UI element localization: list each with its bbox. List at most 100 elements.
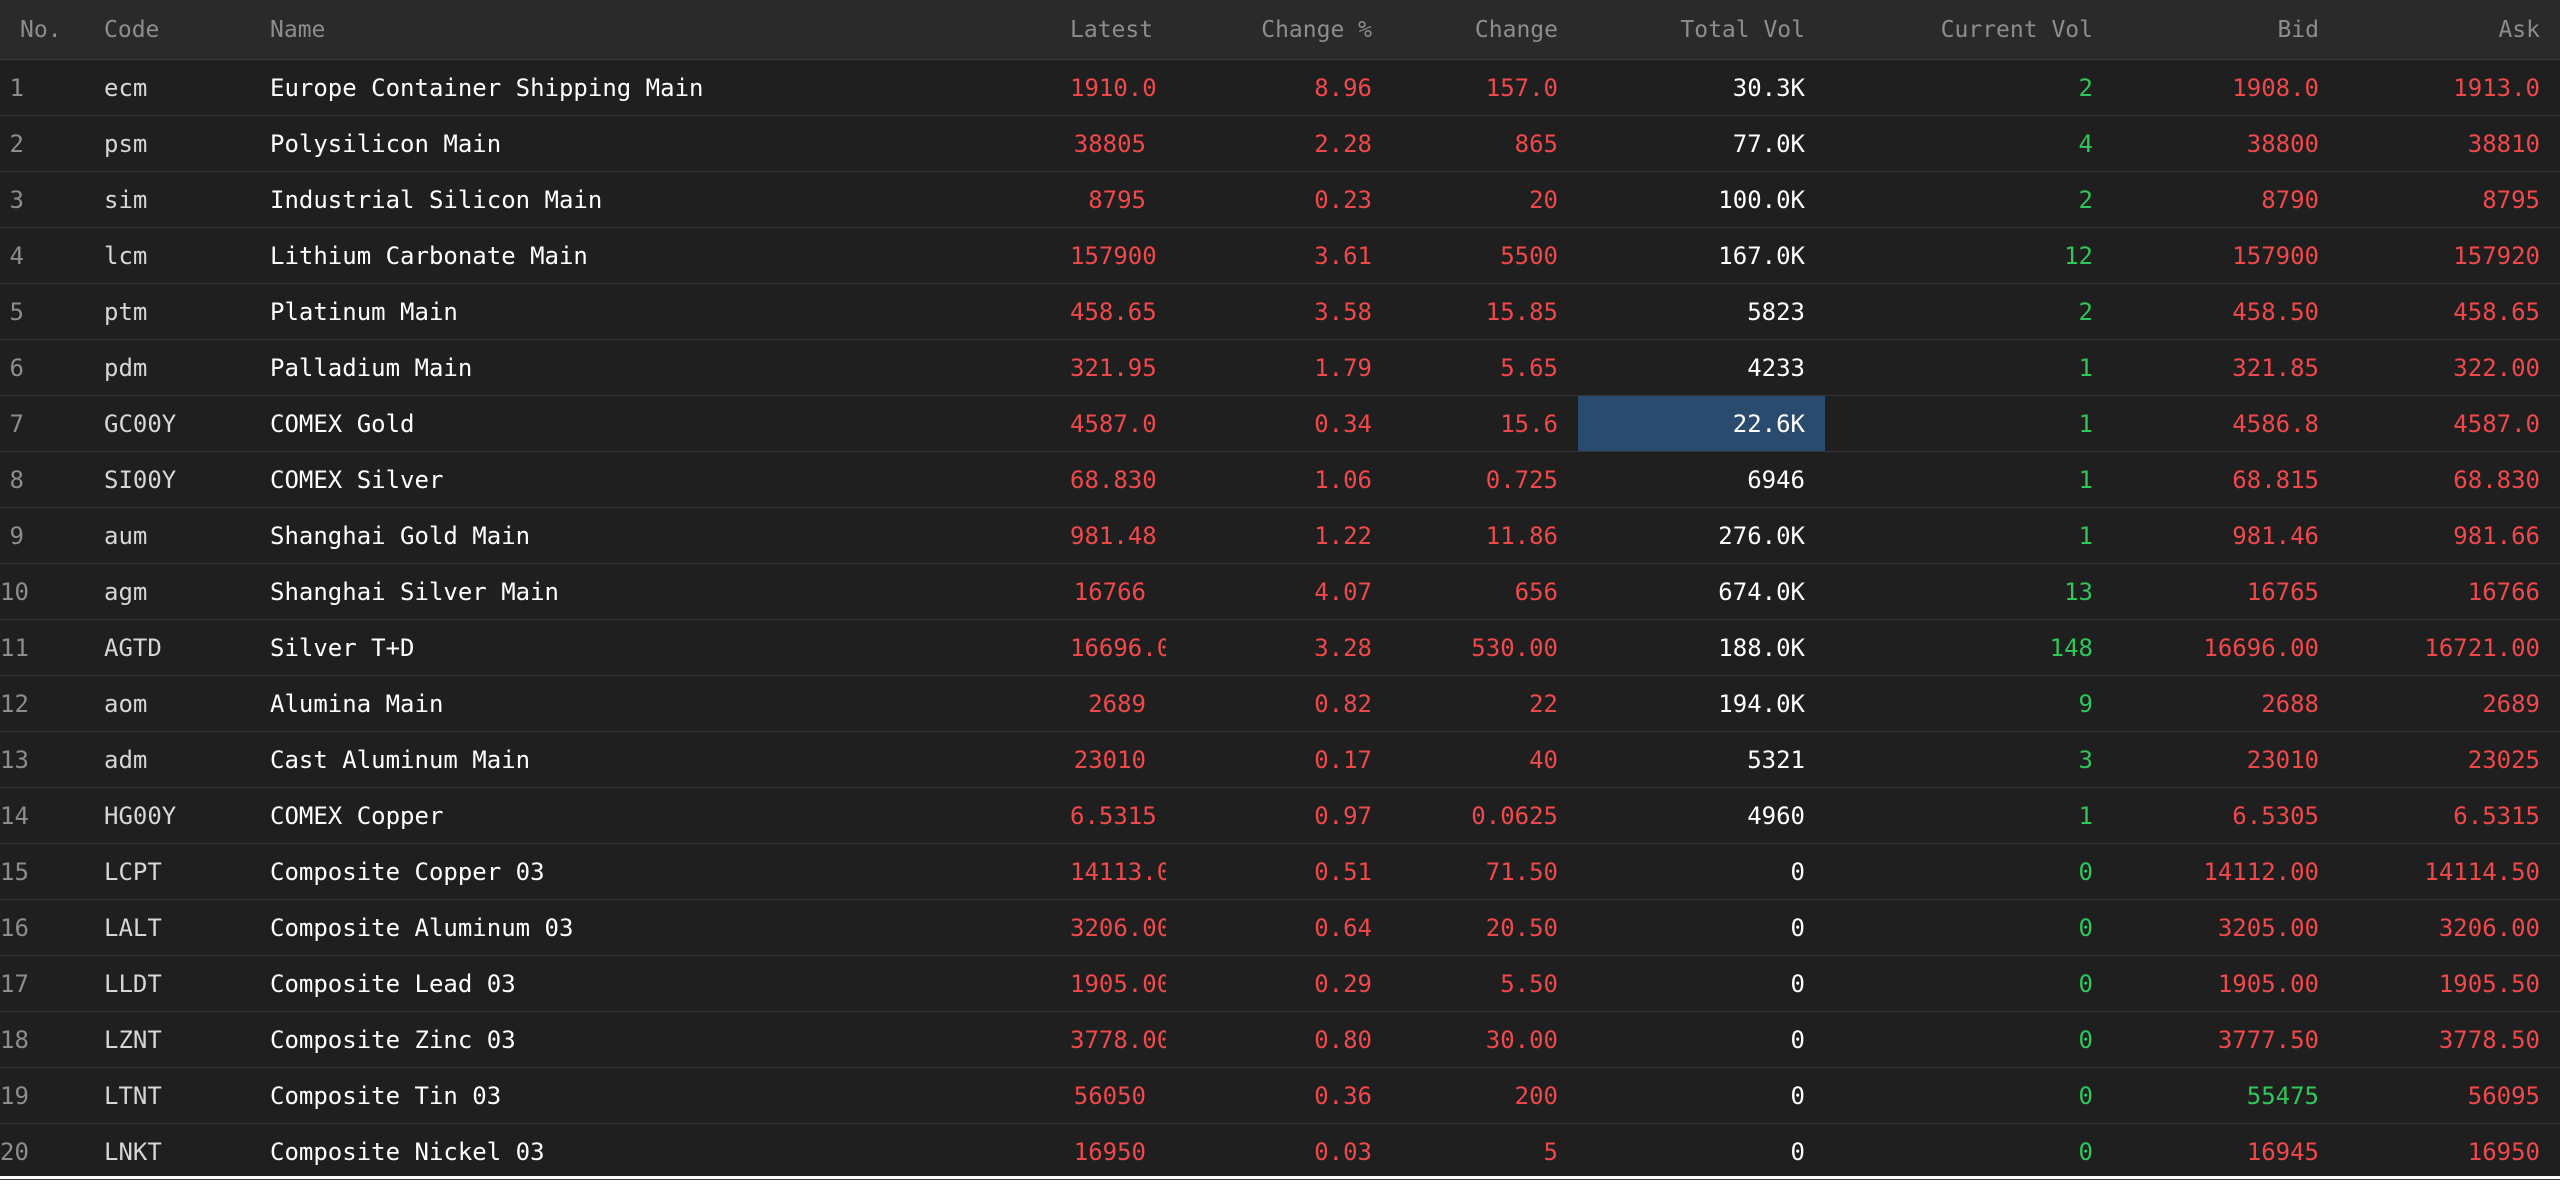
row-number-cell[interactable]: 12	[0, 675, 104, 732]
symbol-code-cell[interactable]: ptm	[104, 283, 270, 340]
table-row[interactable]: 6 pdm Palladium Main 321.95 1.79 5.65 4233 1 321…	[0, 339, 2560, 396]
table-row[interactable]: 4 lcm Lithium Carbonate Main 157900 3.61 5500…	[0, 227, 2560, 284]
column-header-bid[interactable]: Bid	[2113, 0, 2339, 60]
row-number-cell[interactable]: 17	[0, 955, 104, 1012]
symbol-code-cell[interactable]: SI00Y	[104, 451, 270, 508]
table-row[interactable]: 17 LLDT Composite Lead 03 1905.00 0.29 5.50 0 0…	[0, 955, 2560, 1012]
table-row[interactable]: 10 agm Shanghai Silver Main 16766 4.07 656 674…	[0, 563, 2560, 620]
column-header-code[interactable]: Code	[104, 0, 270, 60]
row-number-cell[interactable]: 14	[0, 787, 104, 844]
total-volume-cell[interactable]: 5823	[1578, 283, 1825, 340]
change-value-cell[interactable]: 20	[1392, 171, 1578, 228]
total-volume-cell[interactable]: 674.0K	[1578, 563, 1825, 620]
change-value-cell[interactable]: 0.0625	[1392, 787, 1578, 844]
latest-price-cell[interactable]: 981.48	[1070, 507, 1166, 564]
bid-price-cell[interactable]: 55475	[2113, 1067, 2339, 1124]
table-row[interactable]: 16 LALT Composite Aluminum 03 3206.00 0.64 20…	[0, 899, 2560, 956]
latest-price-cell[interactable]: 157900	[1070, 227, 1166, 284]
symbol-code-cell[interactable]: agm	[104, 563, 270, 620]
instrument-name-cell[interactable]: Industrial Silicon Main	[270, 171, 1070, 228]
symbol-code-cell[interactable]: ecm	[104, 59, 270, 116]
change-value-cell[interactable]: 5.50	[1392, 955, 1578, 1012]
current-volume-cell[interactable]: 0	[1825, 1011, 2113, 1068]
current-volume-cell[interactable]: 2	[1825, 171, 2113, 228]
change-percent-cell[interactable]: 0.23	[1166, 171, 1392, 228]
row-number-cell[interactable]: 11	[0, 619, 104, 676]
row-number-cell[interactable]: 19	[0, 1067, 104, 1124]
ask-price-cell[interactable]: 6.5315	[2339, 787, 2560, 844]
current-volume-cell[interactable]: 3	[1825, 731, 2113, 788]
table-row[interactable]: 1 ecm Europe Container Shipping Main 1910.0…	[0, 59, 2560, 116]
latest-price-cell[interactable]: 16766	[1070, 563, 1166, 620]
total-volume-cell[interactable]: 4960	[1578, 787, 1825, 844]
table-row[interactable]: 18 LZNT Composite Zinc 03 3778.00 0.80 30.00 0…	[0, 1011, 2560, 1068]
current-volume-cell[interactable]: 2	[1825, 283, 2113, 340]
table-row[interactable]: 9 aum Shanghai Gold Main 981.48 1.22 11.86 276…	[0, 507, 2560, 564]
table-row[interactable]: 19 LTNT Composite Tin 03 56050 0.36 200 0 0 5547…	[0, 1067, 2560, 1124]
table-row[interactable]: 3 sim Industrial Silicon Main 8795 0.23 20 100…	[0, 171, 2560, 228]
instrument-name-cell[interactable]: Composite Nickel 03	[270, 1123, 1070, 1180]
symbol-code-cell[interactable]: aom	[104, 675, 270, 732]
bid-price-cell[interactable]: 1905.00	[2113, 955, 2339, 1012]
instrument-name-cell[interactable]: COMEX Copper	[270, 787, 1070, 844]
change-percent-cell[interactable]: 0.64	[1166, 899, 1392, 956]
column-header-change[interactable]: Change	[1392, 0, 1578, 60]
bid-price-cell[interactable]: 458.50	[2113, 283, 2339, 340]
row-number-cell[interactable]: 4	[0, 227, 104, 284]
latest-price-cell[interactable]: 321.95	[1070, 339, 1166, 396]
table-row[interactable]: 14 HG00Y COMEX Copper 6.5315 0.97 0.0625 4960 1…	[0, 787, 2560, 844]
row-number-cell[interactable]: 13	[0, 731, 104, 788]
total-volume-cell[interactable]: 0	[1578, 899, 1825, 956]
change-value-cell[interactable]: 11.86	[1392, 507, 1578, 564]
instrument-name-cell[interactable]: Composite Copper 03	[270, 843, 1070, 900]
symbol-code-cell[interactable]: HG00Y	[104, 787, 270, 844]
change-percent-cell[interactable]: 3.58	[1166, 283, 1392, 340]
change-value-cell[interactable]: 5.65	[1392, 339, 1578, 396]
latest-price-cell[interactable]: 3778.00	[1070, 1011, 1166, 1068]
bid-price-cell[interactable]: 16696.00	[2113, 619, 2339, 676]
instrument-name-cell[interactable]: Palladium Main	[270, 339, 1070, 396]
current-volume-cell[interactable]: 1	[1825, 507, 2113, 564]
table-row[interactable]: 12 aom Alumina Main 2689 0.82 22 194.0K 9 2688 26…	[0, 675, 2560, 732]
total-volume-cell[interactable]: 167.0K	[1578, 227, 1825, 284]
change-percent-cell[interactable]: 0.03	[1166, 1123, 1392, 1180]
change-percent-cell[interactable]: 1.79	[1166, 339, 1392, 396]
current-volume-cell[interactable]: 9	[1825, 675, 2113, 732]
bid-price-cell[interactable]: 2688	[2113, 675, 2339, 732]
ask-price-cell[interactable]: 56095	[2339, 1067, 2560, 1124]
current-volume-cell[interactable]: 0	[1825, 955, 2113, 1012]
table-row[interactable]: 2 psm Polysilicon Main 38805 2.28 865 77.0K 4 38…	[0, 115, 2560, 172]
change-value-cell[interactable]: 40	[1392, 731, 1578, 788]
total-volume-cell[interactable]: 0	[1578, 1011, 1825, 1068]
row-number-cell[interactable]: 2	[0, 115, 104, 172]
change-value-cell[interactable]: 656	[1392, 563, 1578, 620]
symbol-code-cell[interactable]: LLDT	[104, 955, 270, 1012]
instrument-name-cell[interactable]: Polysilicon Main	[270, 115, 1070, 172]
symbol-code-cell[interactable]: LCPT	[104, 843, 270, 900]
change-value-cell[interactable]: 200	[1392, 1067, 1578, 1124]
current-volume-cell[interactable]: 0	[1825, 1067, 2113, 1124]
change-percent-cell[interactable]: 1.22	[1166, 507, 1392, 564]
instrument-name-cell[interactable]: Shanghai Gold Main	[270, 507, 1070, 564]
current-volume-cell[interactable]: 1	[1825, 787, 2113, 844]
column-header-ask[interactable]: Ask	[2339, 0, 2560, 60]
column-header-latest[interactable]: Latest	[1070, 0, 1166, 60]
instrument-name-cell[interactable]: Cast Aluminum Main	[270, 731, 1070, 788]
total-volume-cell[interactable]: 22.6K	[1578, 395, 1825, 452]
total-volume-cell[interactable]: 0	[1578, 955, 1825, 1012]
ask-price-cell[interactable]: 8795	[2339, 171, 2560, 228]
symbol-code-cell[interactable]: AGTD	[104, 619, 270, 676]
symbol-code-cell[interactable]: psm	[104, 115, 270, 172]
ask-price-cell[interactable]: 16721.00	[2339, 619, 2560, 676]
total-volume-cell[interactable]: 194.0K	[1578, 675, 1825, 732]
change-value-cell[interactable]: 15.85	[1392, 283, 1578, 340]
row-number-cell[interactable]: 8	[0, 451, 104, 508]
ask-price-cell[interactable]: 1905.50	[2339, 955, 2560, 1012]
latest-price-cell[interactable]: 3206.00	[1070, 899, 1166, 956]
change-value-cell[interactable]: 15.6	[1392, 395, 1578, 452]
current-volume-cell[interactable]: 0	[1825, 843, 2113, 900]
latest-price-cell[interactable]: 2689	[1070, 675, 1166, 732]
change-percent-cell[interactable]: 3.61	[1166, 227, 1392, 284]
bid-price-cell[interactable]: 3777.50	[2113, 1011, 2339, 1068]
latest-price-cell[interactable]: 8795	[1070, 171, 1166, 228]
